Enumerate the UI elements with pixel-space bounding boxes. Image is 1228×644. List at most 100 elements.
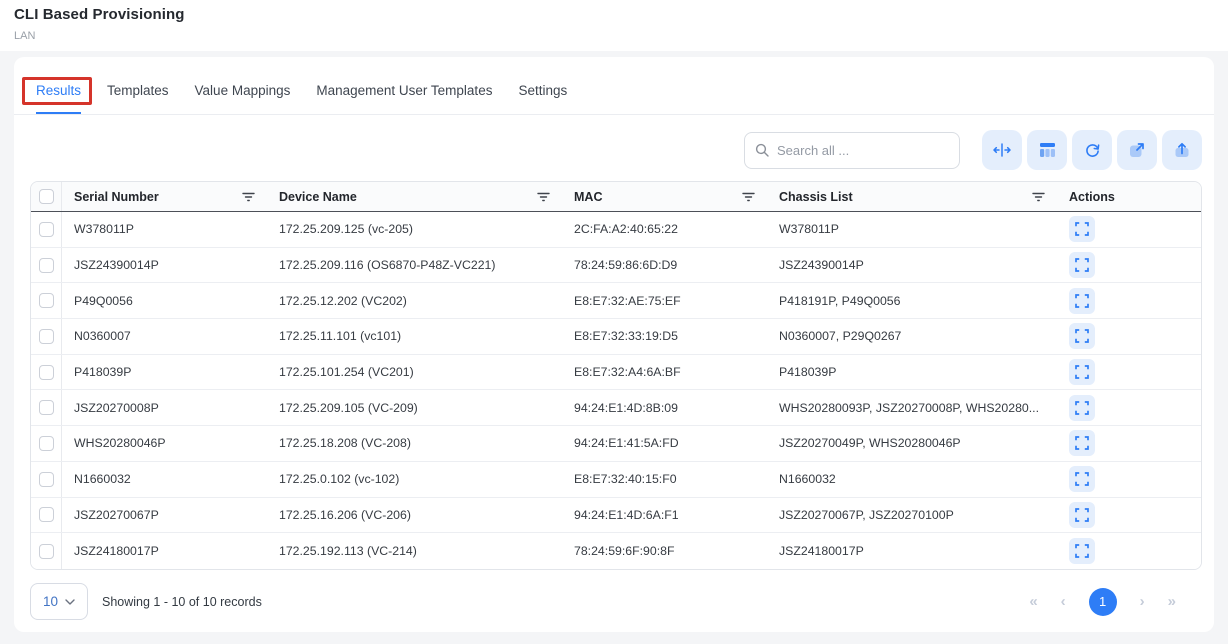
tab-settings[interactable]: Settings [518,67,567,114]
cell-actions [1057,319,1201,354]
pagination-last-button[interactable]: » [1168,594,1176,609]
tab-management-user-templates[interactable]: Management User Templates [316,67,492,114]
tab-templates[interactable]: Templates [107,67,169,114]
row-checkbox[interactable] [39,329,54,344]
row-checkbox-cell [31,498,62,533]
row-checkbox[interactable] [39,544,54,559]
paginator: « ‹ 1 › » [1029,588,1176,616]
expand-row-button[interactable] [1069,538,1095,564]
expand-row-button[interactable] [1069,430,1095,456]
table-row: JSZ20270008P 172.25.209.105 (VC-209) 94:… [31,390,1201,426]
cell-device-name: 172.25.11.101 (vc101) [267,319,562,354]
cell-actions [1057,390,1201,425]
row-checkbox[interactable] [39,365,54,380]
row-checkbox-cell [31,426,62,461]
row-checkbox[interactable] [39,436,54,451]
cell-chassis-list: JSZ20270049P, WHS20280046P [767,426,1057,461]
row-checkbox[interactable] [39,258,54,273]
cell-mac: 94:24:E1:41:5A:FD [562,426,767,461]
search-icon [755,143,769,157]
row-checkbox[interactable] [39,472,54,487]
tab-bar: Results Templates Value Mappings Managem… [14,57,1214,115]
select-all-checkbox[interactable] [39,189,54,204]
expand-row-button[interactable] [1069,288,1095,314]
pagination-next-button[interactable]: › [1140,594,1145,609]
refresh-button[interactable] [1072,130,1112,170]
cell-device-name: 172.25.192.113 (VC-214) [267,533,562,569]
export-button[interactable] [1117,130,1157,170]
row-checkbox[interactable] [39,222,54,237]
cell-chassis-list: W378011P [767,212,1057,247]
row-checkbox-cell [31,462,62,497]
expand-row-button[interactable] [1069,252,1095,278]
cell-serial-number: JSZ24390014P [62,248,267,283]
columns-button[interactable] [1027,130,1067,170]
expand-row-button[interactable] [1069,323,1095,349]
expand-icon [1075,258,1089,272]
row-checkbox-cell [31,319,62,354]
row-checkbox[interactable] [39,293,54,308]
tab-value-mappings-label: Value Mappings [195,83,291,98]
expand-row-button[interactable] [1069,466,1095,492]
tab-management-user-templates-label: Management User Templates [316,83,492,98]
column-device-name-label: Device Name [279,190,357,204]
tab-templates-label: Templates [107,83,169,98]
cell-mac: 94:24:E1:4D:6A:F1 [562,498,767,533]
page-header: CLI Based Provisioning LAN [0,0,1228,51]
table-row: P418039P 172.25.101.254 (VC201) E8:E7:32… [31,355,1201,391]
column-device-name: Device Name [267,182,562,211]
table-row: JSZ24390014P 172.25.209.116 (OS6870-P48Z… [31,248,1201,284]
cell-serial-number: JSZ24180017P [62,533,267,569]
row-checkbox[interactable] [39,400,54,415]
cell-device-name: 172.25.209.116 (OS6870-P48Z-VC221) [267,248,562,283]
cell-actions [1057,355,1201,390]
column-actions: Actions [1057,182,1201,211]
cell-chassis-list: JSZ24390014P [767,248,1057,283]
table-row: WHS20280046P 172.25.18.208 (VC-208) 94:2… [31,426,1201,462]
pagination-prev-button[interactable]: ‹ [1061,594,1066,609]
expand-row-button[interactable] [1069,395,1095,421]
table-header: Serial Number Device Name MAC [31,182,1201,212]
row-checkbox-cell [31,248,62,283]
records-summary: Showing 1 - 10 of 10 records [102,595,262,609]
toolbar-buttons [982,130,1202,170]
table-row: JSZ20270067P 172.25.16.206 (VC-206) 94:2… [31,498,1201,534]
filter-icon[interactable] [742,192,755,202]
cell-actions [1057,248,1201,283]
upload-icon [1174,142,1190,158]
expand-row-button[interactable] [1069,216,1095,242]
cell-device-name: 172.25.12.202 (VC202) [267,283,562,318]
table-row: JSZ24180017P 172.25.192.113 (VC-214) 78:… [31,533,1201,569]
cell-actions [1057,462,1201,497]
row-checkbox[interactable] [39,507,54,522]
table-body: W378011P 172.25.209.125 (vc-205) 2C:FA:A… [31,212,1201,569]
pagination-first-button[interactable]: « [1029,594,1037,609]
tab-results[interactable]: Results [36,67,81,114]
filter-icon[interactable] [537,192,550,202]
expand-row-button[interactable] [1069,359,1095,385]
column-mac: MAC [562,182,767,211]
cell-mac: 78:24:59:6F:90:8F [562,533,767,569]
search-box [744,132,960,169]
fit-width-button[interactable] [982,130,1022,170]
page-size-select[interactable]: 10 [30,583,88,620]
cell-mac: E8:E7:32:40:15:F0 [562,462,767,497]
expand-icon [1075,365,1089,379]
expand-row-button[interactable] [1069,502,1095,528]
search-input[interactable] [777,143,949,158]
upload-button[interactable] [1162,130,1202,170]
cell-chassis-list: N0360007, P29Q0267 [767,319,1057,354]
filter-icon[interactable] [1032,192,1045,202]
pagination-current-page[interactable]: 1 [1089,588,1117,616]
chevron-down-icon [65,599,75,605]
filter-icon[interactable] [242,192,255,202]
fit-width-icon [993,143,1011,157]
expand-icon [1075,472,1089,486]
expand-icon [1075,222,1089,236]
tab-value-mappings[interactable]: Value Mappings [195,67,291,114]
cell-serial-number: W378011P [62,212,267,247]
cell-serial-number: WHS20280046P [62,426,267,461]
table-row: N1660032 172.25.0.102 (vc-102) E8:E7:32:… [31,462,1201,498]
page-size-value: 10 [43,594,58,609]
row-checkbox-cell [31,355,62,390]
